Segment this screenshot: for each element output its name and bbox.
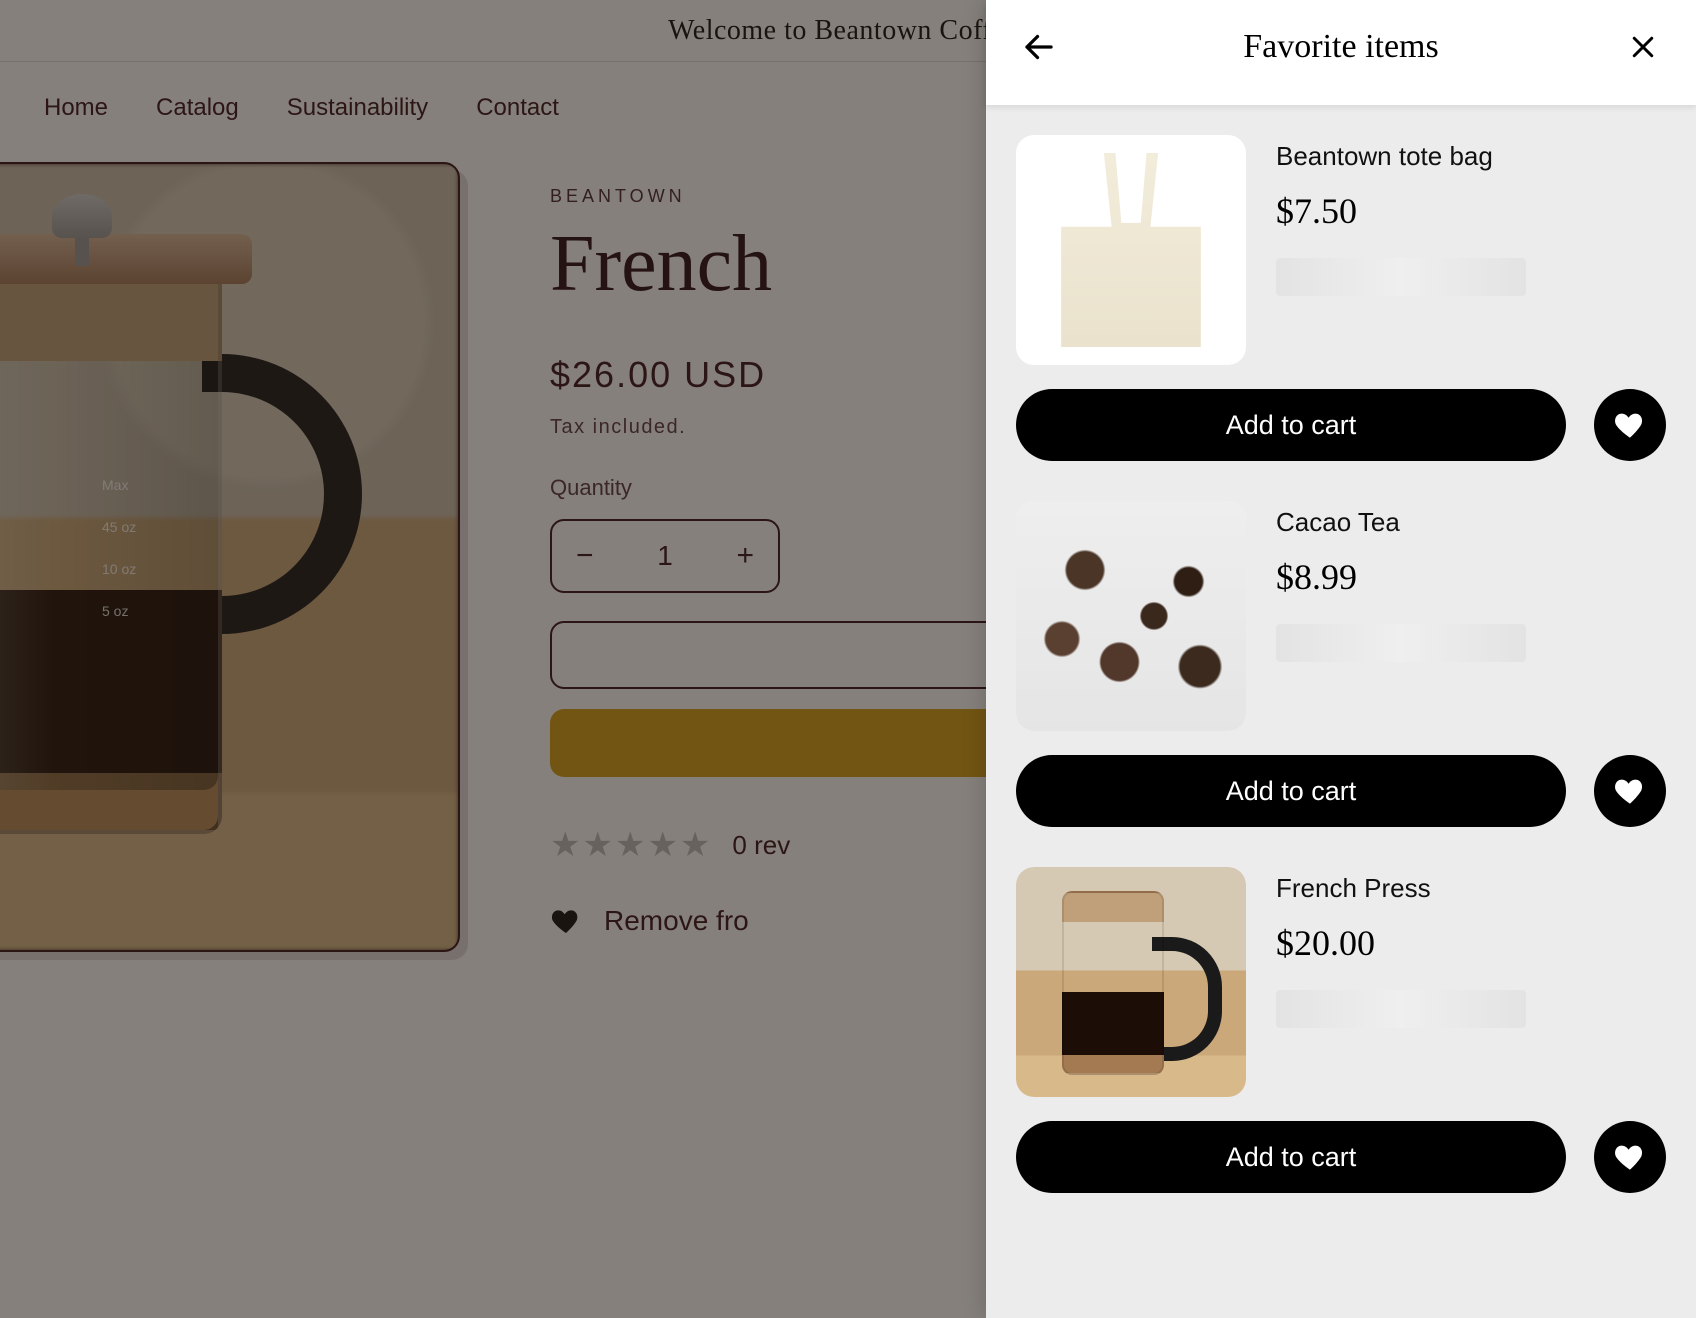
favorite-item-image[interactable]	[1016, 867, 1246, 1097]
heart-icon	[1613, 774, 1647, 808]
favorite-item-price: $20.00	[1276, 922, 1666, 964]
add-to-cart-button[interactable]: Add to cart	[1016, 1121, 1566, 1193]
reviews-count: 0 rev	[732, 830, 790, 861]
favorite-item-price: $8.99	[1276, 556, 1666, 598]
favorite-toggle-button[interactable]	[1594, 755, 1666, 827]
loading-skeleton	[1276, 990, 1526, 1028]
favorite-item: French Press $20.00 Add to cart	[1016, 867, 1666, 1193]
loading-skeleton	[1276, 258, 1526, 296]
quantity-value: 1	[657, 540, 673, 572]
favorite-toggle-button[interactable]	[1594, 1121, 1666, 1193]
favorite-item-image[interactable]	[1016, 135, 1246, 365]
nav-catalog[interactable]: Catalog	[156, 94, 239, 122]
nav-sustainability[interactable]: Sustainability	[287, 94, 428, 122]
drawer-header: Favorite items	[986, 0, 1696, 105]
quantity-decrease-button[interactable]: −	[576, 541, 594, 571]
add-to-cart-button[interactable]: Add to cart	[1016, 755, 1566, 827]
quantity-stepper[interactable]: − 1 +	[550, 519, 780, 593]
favorite-toggle-button[interactable]	[1594, 389, 1666, 461]
drawer-title: Favorite items	[1243, 28, 1438, 66]
product-image-markings: Max 45 oz 10 oz 5 oz	[102, 464, 136, 632]
heart-icon	[1613, 1140, 1647, 1174]
heart-icon	[1613, 408, 1647, 442]
remove-favorite-label: Remove fro	[604, 905, 749, 937]
favorite-item: Beantown tote bag $7.50 Add to cart	[1016, 135, 1666, 461]
nav-home[interactable]: Home	[44, 94, 108, 122]
favorite-item-name[interactable]: French Press	[1276, 873, 1666, 904]
favorite-item-name[interactable]: Beantown tote bag	[1276, 141, 1666, 172]
arrow-left-icon	[1021, 29, 1057, 65]
close-icon	[1628, 32, 1658, 62]
favorite-item: Cacao Tea $8.99 Add to cart	[1016, 501, 1666, 827]
favorite-item-price: $7.50	[1276, 190, 1666, 232]
star-icons: ★★★★★	[550, 825, 712, 865]
drawer-body[interactable]: Beantown tote bag $7.50 Add to cart	[986, 105, 1696, 1318]
announcement-text: Welcome to Beantown Coffee!	[668, 15, 1028, 47]
add-to-cart-button[interactable]: Add to cart	[1016, 389, 1566, 461]
favorite-item-name[interactable]: Cacao Tea	[1276, 507, 1666, 538]
nav-contact[interactable]: Contact	[476, 94, 559, 122]
back-button[interactable]	[1016, 24, 1062, 70]
quantity-increase-button[interactable]: +	[736, 541, 754, 571]
close-button[interactable]	[1620, 24, 1666, 70]
heart-icon	[550, 905, 582, 937]
favorites-drawer: Favorite items Beantown tote bag $7.50	[986, 0, 1696, 1318]
product-image[interactable]: Max 45 oz 10 oz 5 oz	[0, 162, 460, 952]
favorite-item-image[interactable]	[1016, 501, 1246, 731]
loading-skeleton	[1276, 624, 1526, 662]
